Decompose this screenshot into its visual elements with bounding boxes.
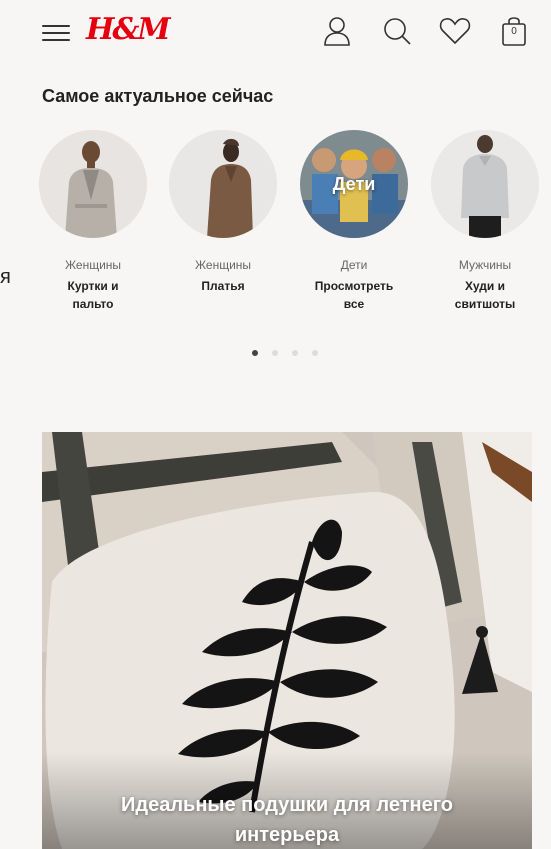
logo[interactable]: H&M (86, 12, 171, 47)
category-overlay-label: Дети (332, 174, 376, 194)
category-carousel[interactable]: Женщины Куртки и пальто Женщины Платья Д… (0, 126, 551, 326)
category-label: Просмотреть все (314, 279, 394, 311)
category-label: Платья (201, 279, 245, 293)
category-item[interactable]: Мужчины Худи и свитшоты (429, 126, 541, 313)
banner-image (42, 432, 532, 849)
carousel-pagination (252, 350, 332, 360)
category-image: Дети (300, 130, 408, 238)
search-icon[interactable] (380, 14, 414, 48)
pagination-dot-active[interactable] (252, 350, 258, 356)
pagination-dot[interactable] (292, 350, 298, 356)
category-department: Женщины (64, 258, 122, 272)
header: H&M 0 (0, 0, 551, 70)
category-item[interactable]: Женщины Платья (167, 126, 279, 295)
favorites-icon[interactable] (438, 14, 472, 48)
pagination-dot[interactable] (312, 350, 318, 356)
category-image (431, 130, 539, 238)
category-department: Женщины (194, 258, 252, 272)
section-title: Самое актуальное сейчас (42, 86, 274, 106)
category-item[interactable]: Дети Дети Просмотреть все (298, 126, 410, 313)
promo-banner[interactable]: Идеальные подушки для летнего интерьера (42, 432, 532, 849)
account-icon[interactable] (320, 14, 354, 48)
bag-icon[interactable]: 0 (497, 14, 531, 48)
pagination-dot[interactable] (272, 350, 278, 356)
category-image (39, 130, 147, 238)
category-item[interactable]: Женщины Куртки и пальто (37, 126, 149, 313)
category-department: Дети (340, 258, 368, 272)
menu-icon[interactable] (42, 22, 70, 44)
cart-count: 0 (511, 26, 517, 37)
category-image (169, 130, 277, 238)
banner-title: Идеальные подушки для летнего интерьера (121, 794, 453, 846)
category-department: Мужчины (458, 258, 512, 272)
category-label: Худи и свитшоты (454, 279, 516, 311)
category-label: Куртки и пальто (67, 279, 119, 311)
